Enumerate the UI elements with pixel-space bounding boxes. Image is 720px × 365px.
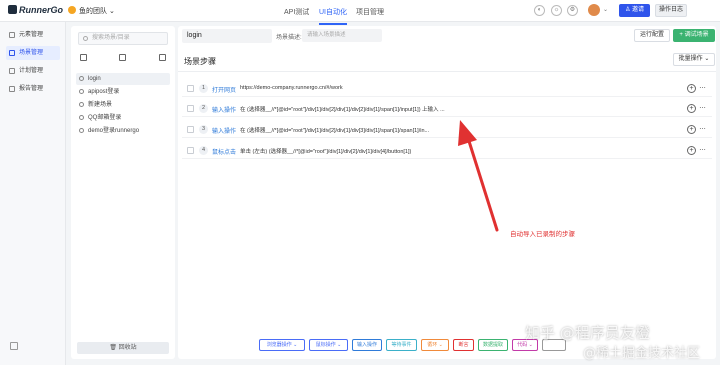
arrow-head (458, 120, 477, 146)
browser-action-button[interactable]: 浏览器操作 ⌄ (259, 339, 305, 351)
arrow-shaft (466, 136, 499, 232)
input-action-button[interactable]: 输入操作 (352, 339, 382, 351)
wait-event-button[interactable]: 等待事件 (386, 339, 417, 351)
data-extract-button[interactable]: 数据提取 (478, 339, 508, 351)
watermark-line2: @稀土掘金技术社区 (583, 346, 701, 361)
toolbar-label: 循环 (427, 342, 438, 348)
toolbar-label: 浏览器操作 (266, 342, 292, 348)
loop-button[interactable]: 循环 ⌄ (421, 339, 449, 351)
annotation-arrow (458, 120, 499, 232)
toolbar-label: 鼠标操作 (315, 342, 336, 348)
assert-button[interactable]: 断言 (453, 339, 474, 351)
mouse-action-button[interactable]: 鼠标操作 ⌄ (309, 339, 348, 351)
annotation-text: 自动导入已录制的步骤 (510, 231, 575, 238)
watermark-line1: 知乎 @程序员友橙 (525, 324, 650, 342)
